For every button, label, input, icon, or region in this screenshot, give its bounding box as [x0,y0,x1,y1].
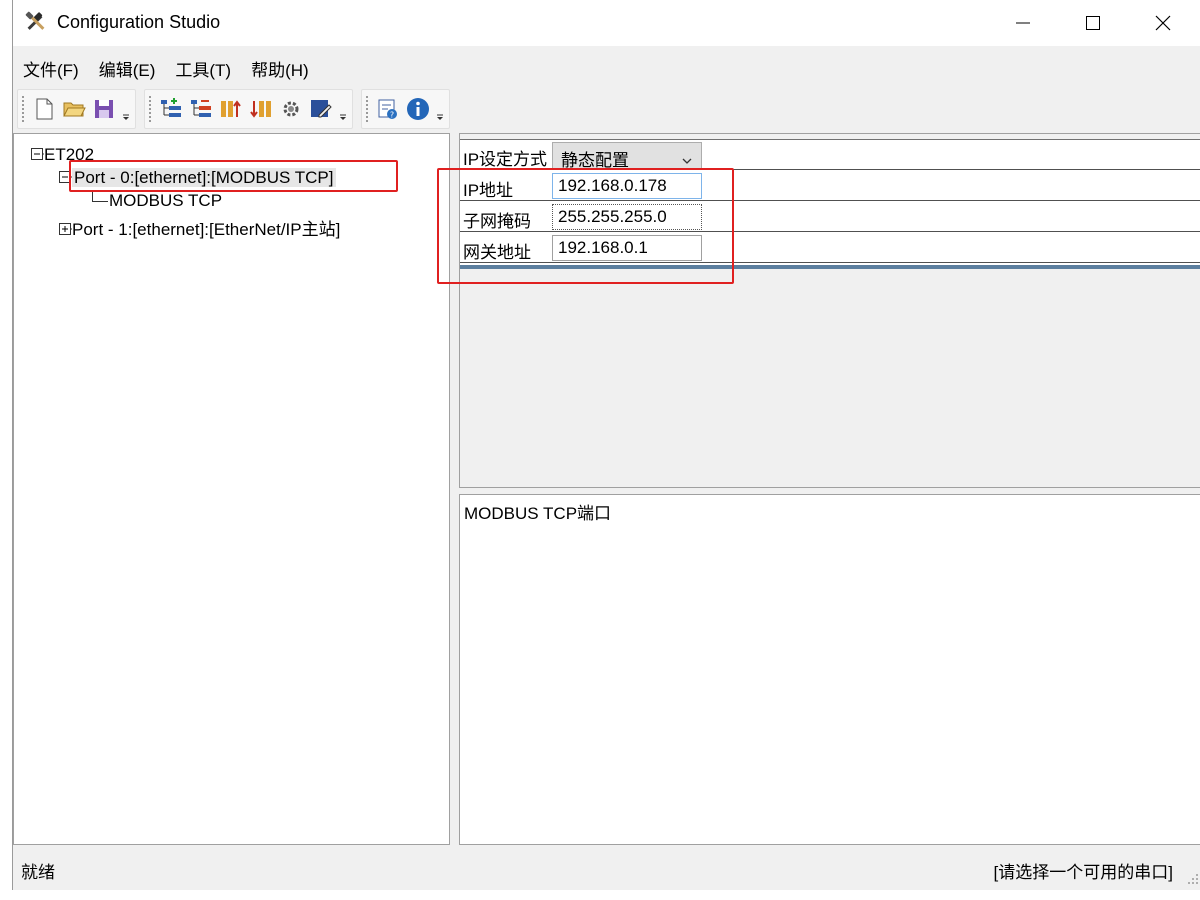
edit-icon[interactable] [306,94,336,124]
menu-bar: 文件(F) 编辑(E) 工具(T) 帮助(H) [13,50,1200,86]
resize-grip-icon[interactable] [1185,870,1199,884]
menu-file[interactable]: 文件(F) [13,56,89,81]
menu-tools[interactable]: 工具(T) [165,56,241,81]
main-window: Configuration Studio 文件(F) 编辑(E) 工具(T) 帮… [12,0,1200,890]
add-device-icon[interactable] [156,94,186,124]
status-bar: 就绪 [请选择一个可用的串口] [13,850,1200,886]
property-splitter[interactable] [460,265,1200,269]
toolbar-group-device [144,89,353,129]
svg-text:?: ? [390,111,394,120]
tree-node-label: MODBUS TCP [109,191,223,210]
window-title: Configuration Studio [57,12,221,32]
maximize-button[interactable] [1058,0,1128,46]
hammer-wrench-icon [23,10,49,36]
property-row-ip-address: IP地址 192.168.0.178 [460,171,1200,201]
property-label: IP地址 [463,181,514,200]
help-context-icon[interactable]: ? [373,94,403,124]
property-row-gateway: 网关地址 192.168.0.1 [460,233,1200,263]
description-text: MODBUS TCP端口 [464,504,612,523]
menu-help[interactable]: 帮助(H) [241,56,319,81]
toolbar-grip[interactable] [22,96,25,122]
subnet-mask-field[interactable]: 255.255.255.0 [552,204,702,230]
tree-node-label: Port - 1:[ethernet]:[EtherNet/IP主站] [72,220,341,239]
tree-node-label: Port - 0:[ethernet]:[MODBUS TCP] [72,168,336,187]
tree-node-port-0[interactable]: Port - 0:[ethernet]:[MODBUS TCP] [58,168,336,188]
toolbar-group-help: ? [361,89,450,129]
status-text: 就绪 [21,863,55,882]
minimize-button[interactable] [988,0,1058,46]
toolbar-overflow-chevron-icon[interactable] [336,94,350,124]
collapse-icon[interactable] [30,146,44,160]
toolbar: ? [17,89,458,129]
toolbar-grip[interactable] [149,96,152,122]
tree-node-port-1[interactable]: Port - 1:[ethernet]:[EtherNet/IP主站] [58,215,340,240]
ip-mode-select[interactable]: 静态配置 [552,142,702,170]
gateway-field[interactable]: 192.168.0.1 [552,235,702,261]
settings-gear-icon[interactable] [276,94,306,124]
save-icon[interactable] [89,94,119,124]
ip-address-field[interactable]: 192.168.0.178 [552,173,702,199]
chevron-down-icon [681,151,693,171]
serial-port-status: [请选择一个可用的串口] [993,863,1173,882]
open-folder-icon[interactable] [59,94,89,124]
tree-node-label: ET202 [44,145,95,164]
description-panel: MODBUS TCP端口 [459,494,1200,845]
menu-edit[interactable]: 编辑(E) [89,56,166,81]
new-file-icon[interactable] [29,94,59,124]
collapse-icon[interactable] [58,169,72,183]
tree-node-root[interactable]: ET202 [30,145,94,165]
property-label: IP设定方式 [463,150,548,169]
title-bar[interactable]: Configuration Studio [13,0,1200,46]
property-table: IP设定方式 静态配置 IP地址 192.168.0.178 子网掩码 255.… [460,139,1200,265]
upload-icon[interactable] [216,94,246,124]
toolbar-group-file [17,89,136,129]
toolbar-overflow-chevron-icon[interactable] [119,94,133,124]
tree-connector [92,192,108,202]
remove-device-icon[interactable] [186,94,216,124]
info-icon[interactable] [403,94,433,124]
close-button[interactable] [1128,0,1198,46]
property-row-ip-mode: IP设定方式 静态配置 [460,140,1200,170]
device-tree: ET202 Port - 0:[ethernet]:[MODBUS TCP] M… [13,133,450,845]
toolbar-grip[interactable] [366,96,369,122]
property-row-subnet-mask: 子网掩码 255.255.255.0 [460,202,1200,232]
tree-node-modbus-tcp[interactable]: MODBUS TCP [92,191,222,211]
download-icon[interactable] [246,94,276,124]
toolbar-overflow-chevron-icon[interactable] [433,94,447,124]
property-label: 网关地址 [463,243,531,262]
property-grid: IP设定方式 静态配置 IP地址 192.168.0.178 子网掩码 255.… [459,133,1200,488]
ip-mode-selected-value: 静态配置 [561,151,629,170]
expand-icon[interactable] [58,221,72,235]
property-label: 子网掩码 [463,212,531,231]
